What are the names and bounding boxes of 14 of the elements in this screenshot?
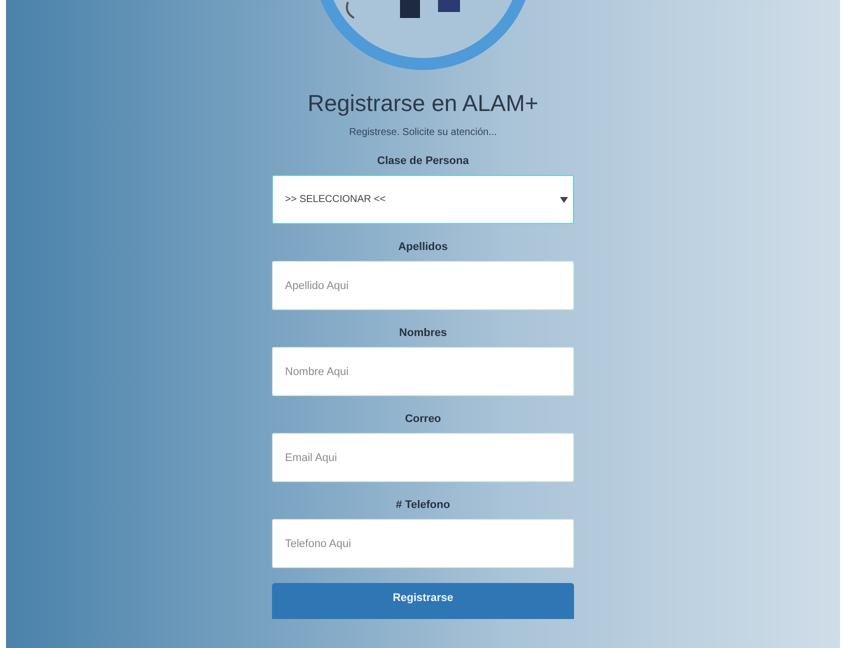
field-label: Correo <box>404 413 442 425</box>
field-label: Apellidos <box>398 241 448 253</box>
form-title: Registrarse en ALAM+ <box>308 90 538 117</box>
field-label: Nombres <box>399 327 447 339</box>
input-field[interactable]: Email Aqui <box>272 433 574 482</box>
field-label: # Telefono <box>396 499 450 511</box>
input-field[interactable]: Telefono Aqui <box>272 519 574 568</box>
register-button[interactable]: Registrarse <box>272 583 574 619</box>
field-label: Clase de Persona <box>377 155 469 167</box>
input-field[interactable]: Nombre Aqui <box>272 347 574 396</box>
form-subtitle: Registrese. Solicite su atención... <box>349 127 497 138</box>
select-field[interactable]: >> SELECCIONAR << <box>272 175 574 224</box>
chevron-down-icon <box>560 196 568 202</box>
input-field[interactable]: Apellido Aqui <box>272 261 574 310</box>
